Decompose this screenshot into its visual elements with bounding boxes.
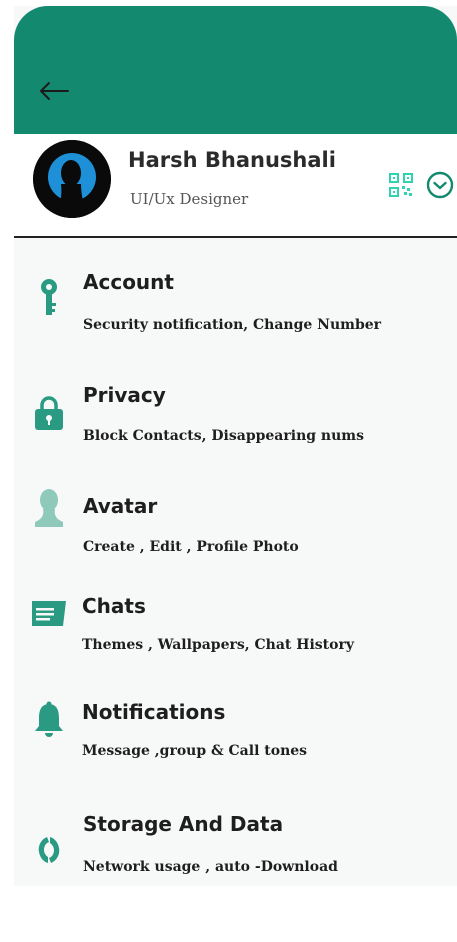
bell-icon [32, 700, 66, 740]
back-arrow-icon [40, 82, 69, 100]
settings-item-title: Notifications [82, 700, 226, 724]
settings-item-privacy[interactable]: Privacy Block Contacts, Disappearing num… [14, 375, 457, 455]
back-button[interactable] [34, 76, 74, 106]
settings-item-subtitle: Themes , Wallpapers, Chat History [82, 637, 354, 653]
chevron-down-icon [426, 171, 454, 199]
profile-name: Harsh Bhanushali [128, 148, 336, 172]
qr-code-icon [389, 173, 413, 197]
settings-item-chats[interactable]: Chats Themes , Wallpapers, Chat History [14, 586, 457, 666]
settings-item-title: Privacy [83, 383, 166, 407]
settings-item-title: Account [83, 270, 174, 294]
expand-button[interactable] [426, 171, 454, 199]
settings-item-title: Avatar [83, 494, 158, 518]
settings-item-notifications[interactable]: Notifications Message ,group & Call tone… [14, 692, 457, 772]
settings-item-title: Storage And Data [83, 812, 284, 836]
qr-code-button[interactable] [388, 172, 414, 198]
settings-item-subtitle: Create , Edit , Profile Photo [83, 539, 299, 555]
avatar[interactable] [33, 140, 111, 218]
chat-icon [30, 592, 68, 632]
settings-screen: Harsh Bhanushali UI/Ux Designer Account … [14, 6, 457, 942]
lock-icon [32, 393, 66, 433]
person-icon [32, 488, 66, 528]
settings-item-subtitle: Network usage , auto -Download [83, 859, 338, 875]
profile-role: UI/Ux Designer [130, 190, 249, 208]
profile-card[interactable]: Harsh Bhanushali UI/Ux Designer [14, 134, 457, 238]
settings-item-subtitle: Message ,group & Call tones [82, 743, 308, 759]
key-icon [32, 278, 66, 318]
settings-item-account[interactable]: Account Security notification, Change Nu… [14, 264, 457, 344]
profile-photo-icon [33, 140, 111, 218]
footer-area [14, 886, 457, 942]
settings-item-subtitle: Security notification, Change Number [83, 317, 382, 333]
settings-item-avatar[interactable]: Avatar Create , Edit , Profile Photo [14, 486, 457, 566]
settings-item-subtitle: Block Contacts, Disappearing nums [83, 428, 364, 444]
settings-item-storage[interactable]: Storage And Data Network usage , auto -D… [14, 804, 457, 884]
settings-item-title: Chats [82, 594, 146, 618]
storage-icon [32, 830, 66, 870]
app-header [14, 6, 457, 134]
